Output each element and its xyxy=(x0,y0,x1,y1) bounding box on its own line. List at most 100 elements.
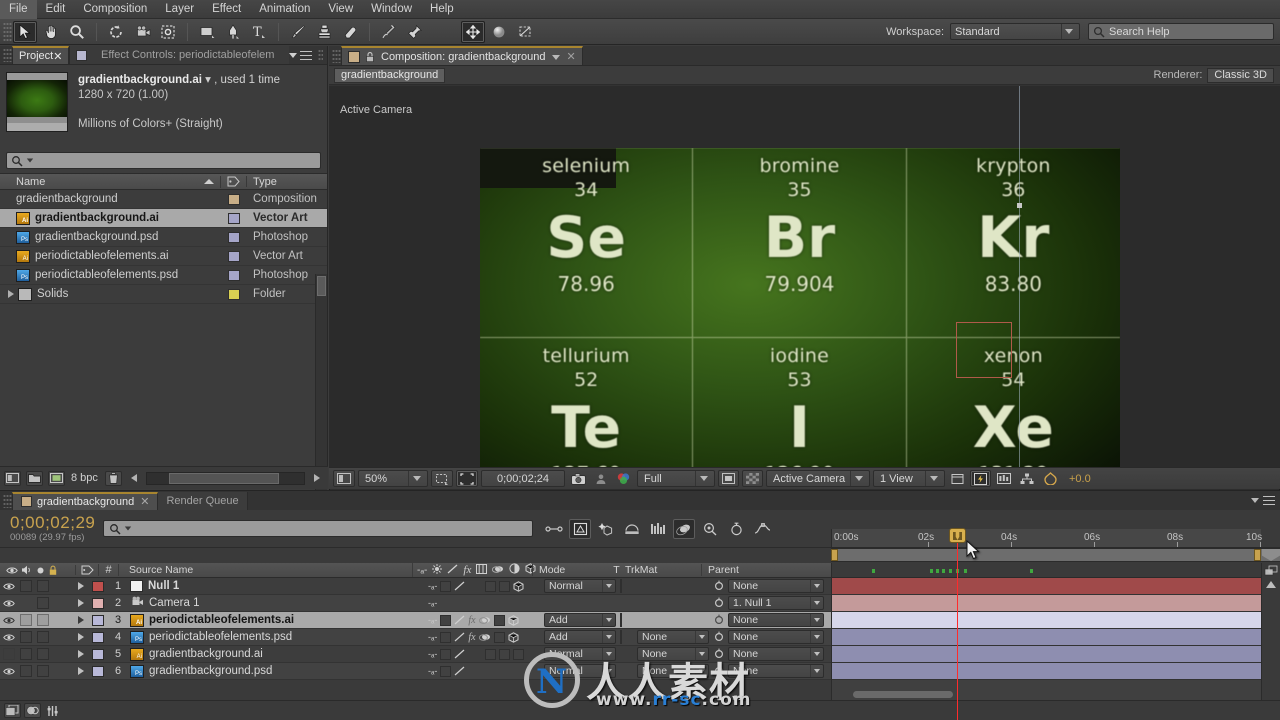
zoom-tool[interactable] xyxy=(65,21,89,43)
solo-toggle[interactable] xyxy=(34,580,51,592)
project-row-5[interactable]: Solids Folder xyxy=(0,285,327,304)
pan-behind-tool[interactable] xyxy=(156,21,180,43)
solo-toggle[interactable] xyxy=(34,648,51,660)
cti-head-icon[interactable] xyxy=(949,528,966,543)
audio-toggle[interactable] xyxy=(17,648,34,660)
toolbar-grip[interactable] xyxy=(3,21,12,42)
draft-3d-button[interactable] xyxy=(569,518,592,539)
solo-toggle[interactable] xyxy=(34,631,51,643)
visibility-toggle[interactable] xyxy=(0,648,17,660)
shape-tool[interactable] xyxy=(195,21,219,43)
label-color-chip[interactable] xyxy=(87,614,108,626)
label-color-chip[interactable] xyxy=(87,648,108,660)
exposure-value[interactable]: +0.0 xyxy=(1069,473,1091,485)
comp-flowchart-button[interactable] xyxy=(1017,470,1037,487)
layer-bar-4[interactable] xyxy=(832,629,1261,646)
anchor-point-handle[interactable] xyxy=(1017,203,1022,208)
guide-vertical[interactable] xyxy=(1019,86,1020,467)
preserve-transparency-toggle[interactable] xyxy=(620,579,637,593)
layer-switches[interactable]: -ₐ- xyxy=(424,665,544,677)
visibility-toggle[interactable] xyxy=(0,599,17,608)
interpret-footage-button[interactable] xyxy=(4,470,21,486)
solo-toggle[interactable] xyxy=(34,665,51,677)
sort-asc-icon[interactable] xyxy=(204,179,214,184)
auto-keyframe-button[interactable] xyxy=(725,519,747,539)
layer-bar-1[interactable] xyxy=(832,578,1261,595)
label-color-chip[interactable] xyxy=(228,193,240,205)
comp-panel-grip[interactable] xyxy=(332,48,341,63)
timeline-button[interactable] xyxy=(994,470,1014,487)
parent-select[interactable]: None xyxy=(713,579,831,593)
toggle-transfer-controls-button[interactable] xyxy=(24,703,41,718)
project-horizontal-scrollbar[interactable] xyxy=(145,471,305,485)
layer-bar-6[interactable] xyxy=(832,663,1261,680)
hide-shy-layers-button[interactable] xyxy=(595,519,617,539)
project-search-input[interactable] xyxy=(6,152,321,169)
project-row-2[interactable]: Ps gradientbackground.psd Photoshop xyxy=(0,228,327,247)
timeline-ruler[interactable]: 0:00s 02s 04s 06s 08s 10s xyxy=(831,529,1262,548)
label-color-chip[interactable] xyxy=(87,597,108,609)
solo-toggle[interactable] xyxy=(34,614,51,626)
new-folder-button[interactable] xyxy=(26,470,43,486)
preserve-transparency-toggle[interactable] xyxy=(620,613,637,627)
pen-tool[interactable] xyxy=(221,21,245,43)
project-panel-grip[interactable] xyxy=(3,48,12,62)
layer-source-name[interactable]: Ai periodictableofelements.ai xyxy=(128,613,424,627)
expand-toggle[interactable] xyxy=(75,633,87,641)
toggle-switches-modes-button[interactable] xyxy=(4,703,21,718)
label-color-chip[interactable] xyxy=(228,231,240,243)
timeline-zoom-scrollbar[interactable] xyxy=(831,689,1261,699)
work-area-start-handle[interactable] xyxy=(831,549,838,561)
delete-button[interactable] xyxy=(104,470,122,486)
eraser-tool[interactable] xyxy=(338,21,362,43)
table-row[interactable]: 1 Null 1 -ₐ- Normal None xyxy=(0,578,831,595)
scroll-left-icon[interactable] xyxy=(130,474,137,482)
timeline-grip[interactable] xyxy=(3,493,12,508)
blend-mode-select[interactable]: Normal xyxy=(544,664,620,678)
timeline-bars-area[interactable] xyxy=(831,563,1261,703)
close-icon[interactable]: ✕ xyxy=(140,495,149,508)
brainstorm-button[interactable] xyxy=(699,519,721,539)
layer-switches[interactable]: -ₐ- xyxy=(424,598,544,608)
comp-marker-handle[interactable] xyxy=(1262,549,1280,561)
composition-mini-flowchart-button[interactable] xyxy=(543,519,565,539)
view-layout-select[interactable]: 1 View xyxy=(873,470,945,487)
table-row[interactable]: 6 Ps gradientbackground.psd -ₐ- Normal N… xyxy=(0,663,831,680)
track-matte-select[interactable]: None xyxy=(637,647,713,661)
clone-stamp-tool[interactable] xyxy=(312,21,336,43)
menu-item-view[interactable]: View xyxy=(319,0,362,19)
audio-toggle[interactable] xyxy=(17,580,34,592)
parent-select[interactable]: None xyxy=(713,630,831,644)
project-row-0[interactable]: ▣ gradientbackground Composition xyxy=(0,92,1280,535)
audio-toggle[interactable] xyxy=(17,631,34,643)
label-color-chip[interactable] xyxy=(228,269,240,281)
panel-grip-right[interactable] xyxy=(318,49,323,61)
work-area-end-handle[interactable] xyxy=(1254,549,1261,561)
layer-switches[interactable]: -ₐ- xyxy=(424,648,544,660)
parent-select[interactable]: 1. Null 1 xyxy=(713,596,831,610)
expand-toggle[interactable] xyxy=(75,599,87,607)
camera-tool[interactable] xyxy=(130,21,154,43)
region-of-interest-button[interactable] xyxy=(431,470,453,487)
parent-select[interactable]: None xyxy=(713,647,831,661)
snapping-tool[interactable] xyxy=(513,21,537,43)
toggle-transparency-grid-button[interactable] xyxy=(456,470,478,487)
fast-previews-button[interactable] xyxy=(970,470,991,487)
audio-toggle[interactable] xyxy=(17,614,34,626)
current-time-indicator[interactable] xyxy=(949,528,966,720)
table-row[interactable]: 2 Camera 1 -ₐ- 1. Null 1 xyxy=(0,595,831,612)
table-row[interactable]: 4 Ps periodictableofelements.psd -ₐ- fx … xyxy=(0,629,831,646)
disclosure-triangle-icon[interactable] xyxy=(8,290,14,298)
menu-item-file[interactable]: File xyxy=(0,0,37,19)
project-row-3[interactable]: Ai periodictableofelements.ai Vector Art xyxy=(0,247,327,266)
chevron-down-icon[interactable] xyxy=(551,51,560,63)
visibility-toggle[interactable] xyxy=(0,633,17,642)
panel-menu-icon[interactable] xyxy=(1263,496,1275,505)
composition-stage[interactable]: Active Camera 32.065 35.453 39.948 xyxy=(329,86,1280,467)
breadcrumb[interactable]: gradientbackground xyxy=(334,67,446,83)
tab-render-queue[interactable]: Render Queue xyxy=(158,491,248,510)
graph-editor-footer-button[interactable] xyxy=(44,703,61,718)
selection-tool[interactable] xyxy=(13,20,37,43)
pixel-aspect-correction-button[interactable] xyxy=(948,470,967,487)
close-icon[interactable]: ✕ xyxy=(53,50,62,63)
